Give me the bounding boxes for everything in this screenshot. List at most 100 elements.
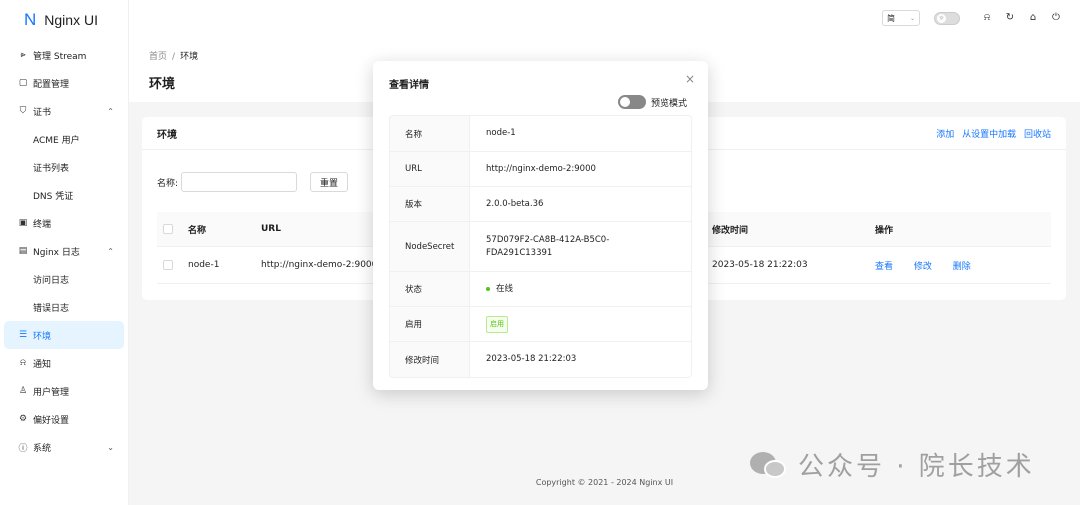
sidebar-item-10[interactable]: ☰ 环境	[4, 321, 124, 349]
bell-icon[interactable]: ⍾	[977, 10, 997, 26]
sidebar-item-5[interactable]: DNS 凭证	[0, 181, 128, 209]
breadcrumb-separator: /	[172, 52, 176, 62]
status-dot-icon	[486, 287, 490, 291]
user-icon: ♙	[18, 386, 28, 396]
detail-value: 在线	[470, 272, 691, 306]
edit-link[interactable]: 修改	[914, 262, 932, 272]
sidebar-item-label: ACME 用户	[33, 135, 80, 146]
row-name: node-1	[188, 260, 220, 270]
sidebar: N Nginx UI ⩺ 管理 Stream ▢ 配置管理 ⛉ 证书 ⌃ ACME 用户证书列…	[0, 0, 129, 505]
recycle-bin-button[interactable]: 回收站	[1024, 130, 1051, 140]
sidebar-item-9[interactable]: 错误日志	[0, 293, 128, 321]
modal-title: 查看详情	[389, 80, 429, 91]
detail-label: 状态	[390, 272, 470, 306]
file-icon: ▢	[18, 78, 28, 88]
top-header: 简 ⌄ ☼ ⍾ ↻ ⌂ ⏻	[129, 0, 1080, 40]
card-title: 环境	[157, 129, 177, 141]
sidebar-item-label: 终端	[33, 219, 52, 230]
sidebar-item-3[interactable]: ACME 用户	[0, 125, 128, 153]
detail-label: 名称	[390, 116, 470, 151]
detail-row: NodeSecret 57D079F2-CA8B-412A-B5C0- FDA2…	[390, 222, 691, 272]
gear-icon: ⚙	[18, 414, 28, 424]
node-secret-line-1: 57D079F2-CA8B-412A-B5C0-	[486, 234, 610, 245]
detail-value: node-1	[486, 128, 516, 138]
sidebar-item-13[interactable]: ⚙ 偏好设置	[0, 405, 128, 433]
column-time: 修改时间	[712, 225, 749, 236]
sidebar-item-7[interactable]: ▤ Nginx 日志 ⌃	[0, 237, 128, 265]
sidebar-item-label: 访问日志	[33, 275, 70, 286]
sidebar-item-0[interactable]: ⩺ 管理 Stream	[0, 41, 128, 69]
language-select[interactable]: 简 ⌄	[882, 10, 920, 26]
add-button[interactable]: 添加	[936, 130, 954, 140]
sidebar-item-label: 系统	[33, 443, 52, 454]
breadcrumb-home[interactable]: 首页	[149, 52, 167, 62]
watermark-text: 公众号 · 院长技术	[798, 452, 1035, 482]
logo-text: Nginx UI	[44, 12, 98, 28]
column-name: 名称	[188, 225, 207, 236]
logo[interactable]: N Nginx UI	[0, 0, 128, 40]
switch-knob	[619, 97, 630, 107]
name-search-input[interactable]	[181, 172, 298, 192]
sidebar-item-4[interactable]: 证书列表	[0, 153, 128, 181]
reload-icon[interactable]: ↻	[1000, 10, 1020, 26]
detail-row: 修改时间 2023-05-18 21:22:03	[390, 342, 691, 377]
sidebar-item-label: 偏好设置	[33, 415, 70, 426]
enabled-tag: 启用	[486, 315, 508, 333]
sidebar-item-11[interactable]: ⍾ 通知	[0, 349, 128, 377]
detail-value: 2.0.0-beta.36	[486, 198, 544, 209]
preview-mode-switch[interactable]	[617, 95, 646, 109]
delete-link[interactable]: 删除	[953, 262, 971, 272]
preview-mode-label: 预览模式	[650, 98, 687, 109]
sidebar-item-label: 管理 Stream	[33, 51, 87, 62]
row-time: 2023-05-18 21:22:03	[712, 260, 808, 270]
detail-row: 名称 node-1	[390, 116, 691, 152]
sidebar-item-label: 用户管理	[33, 387, 70, 398]
theme-toggle[interactable]: ☼	[934, 11, 960, 25]
search-label: 名称:	[157, 178, 179, 189]
detail-row: 启用 启用	[390, 307, 691, 342]
status-text: 在线	[496, 283, 514, 294]
language-value: 简	[887, 13, 895, 23]
detail-label: 修改时间	[390, 342, 470, 377]
chevron-up-icon: ⌃	[107, 246, 114, 256]
sidebar-item-8[interactable]: 访问日志	[0, 265, 128, 293]
node-secret-line-2: FDA291C13391	[486, 247, 553, 258]
sidebar-item-12[interactable]: ♙ 用户管理	[0, 377, 128, 405]
sidebar-item-label: 错误日志	[33, 303, 70, 314]
detail-row: 状态 在线	[390, 272, 691, 307]
detail-value: 2023-05-18 21:22:03	[486, 354, 577, 364]
logout-icon[interactable]: ⏻	[1046, 10, 1066, 26]
load-from-settings-button[interactable]: 从设置中加载	[962, 130, 1016, 140]
sidebar-item-label: 环境	[33, 331, 52, 342]
chevron-down-icon: ⌄	[107, 442, 114, 452]
view-link[interactable]: 查看	[875, 262, 893, 272]
terminal-icon: ▣	[18, 218, 28, 228]
database-icon: ☰	[18, 330, 28, 340]
close-icon[interactable]: ×	[685, 72, 695, 86]
sidebar-item-label: Nginx 日志	[33, 247, 80, 258]
detail-modal: 查看详情 × 预览模式 名称 node-1 URL http://nginx-d…	[373, 61, 708, 390]
detail-value: 57D079F2-CA8B-412A-B5C0- FDA291C13391	[470, 222, 691, 271]
reset-button[interactable]: 重置	[310, 172, 349, 192]
sidebar-item-2[interactable]: ⛉ 证书 ⌃	[0, 97, 128, 125]
detail-descriptions: 名称 node-1 URL http://nginx-demo-2:9000 版…	[389, 115, 692, 378]
breadcrumb-current: 环境	[180, 52, 199, 62]
file-text-icon: ▤	[18, 246, 28, 256]
detail-label: 启用	[390, 307, 470, 341]
detail-label: NodeSecret	[390, 222, 470, 271]
sidebar-item-1[interactable]: ▢ 配置管理	[0, 69, 128, 97]
detail-label: 版本	[390, 187, 470, 221]
sidebar-item-14[interactable]: ⓘ 系统 ⌄	[0, 433, 128, 461]
shield-icon: ⛉	[19, 106, 27, 116]
info-icon: ⓘ	[18, 443, 28, 454]
sun-icon: ☼	[937, 13, 946, 23]
watermark: 公众号 · 院长技术	[750, 446, 1035, 483]
sidebar-item-6[interactable]: ▣ 终端	[0, 209, 128, 237]
home-icon[interactable]: ⌂	[1023, 10, 1043, 26]
share-icon: ⩺	[20, 50, 26, 60]
row-checkbox[interactable]	[163, 260, 173, 270]
column-ops: 操作	[875, 225, 894, 236]
wechat-icon	[750, 450, 788, 480]
select-all-checkbox[interactable]	[163, 224, 173, 234]
detail-value: http://nginx-demo-2:9000	[486, 163, 596, 174]
